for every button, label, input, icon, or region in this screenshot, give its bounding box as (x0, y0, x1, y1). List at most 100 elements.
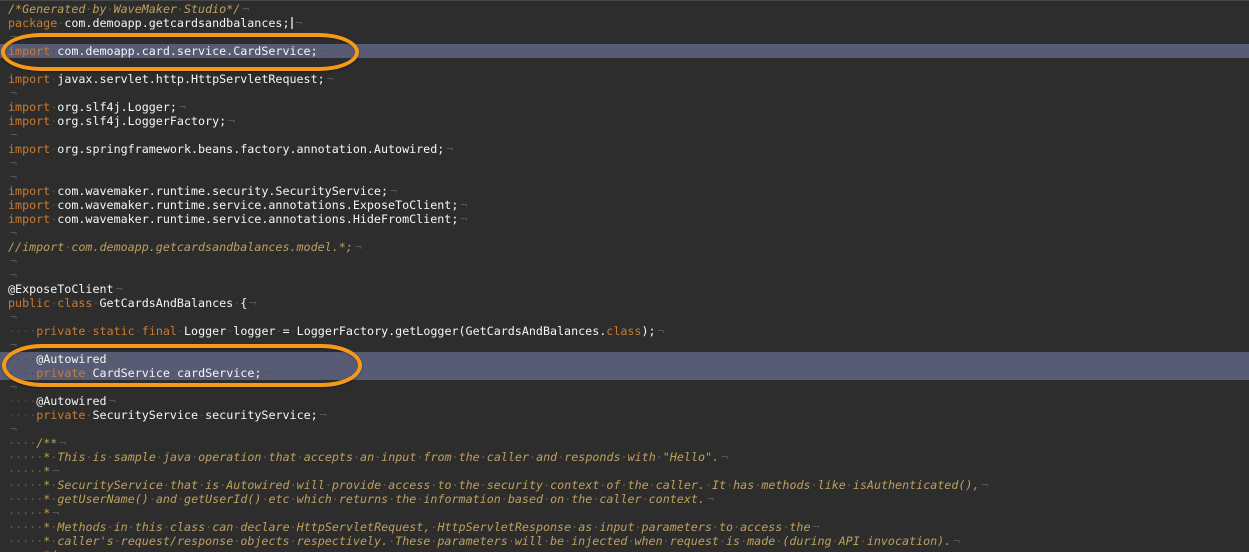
keyword-token: public·class (8, 296, 92, 310)
whitespace-dot: · (85, 366, 92, 380)
code-line-27[interactable]: ····private·CardService·cardService;¬ (0, 366, 1249, 380)
whitespace-dot: · (191, 450, 198, 464)
whitespace-dot: · (8, 366, 15, 380)
whitespace-dot: · (452, 450, 459, 464)
code-line-17[interactable]: ¬ (0, 226, 1249, 240)
whitespace-dot: · (430, 534, 437, 548)
code-line-8[interactable]: import·org.slf4j.Logger;¬ (0, 100, 1249, 114)
whitespace-dot: · (297, 450, 304, 464)
code-editor[interactable]: /*Generated·by·WaveMaker·Studio*/¬packag… (0, 0, 1249, 552)
code-line-39[interactable]: ·····*·caller's·request/response·objects… (0, 534, 1249, 548)
code-line-35[interactable]: ·····*·SecurityService·that·is·Autowired… (0, 478, 1249, 492)
code-line-36[interactable]: ·····*·getUserName()·and·getUserId()·etc… (0, 492, 1249, 506)
code-line-16[interactable]: import·com.wavemaker.runtime.service.ann… (0, 212, 1249, 226)
code-line-28[interactable]: ¬ (0, 380, 1249, 394)
code-line-1[interactable]: /*Generated·by·WaveMaker·Studio*/¬ (0, 2, 1249, 16)
keyword-token: import (8, 198, 50, 212)
keyword-token: import (8, 184, 50, 198)
whitespace-dot: · (620, 478, 627, 492)
text-token: ·SecurityService·securityService; (85, 408, 317, 422)
whitespace-dot: · (430, 520, 437, 534)
code-line-20[interactable]: ¬ (0, 268, 1249, 282)
whitespace-dot: · (29, 436, 36, 450)
whitespace-dot: · (374, 450, 381, 464)
eol-marker: ¬ (52, 506, 59, 520)
eol-marker: ¬ (59, 548, 66, 552)
code-line-21[interactable]: @ExposeToClient¬ (0, 282, 1249, 296)
comment-token: ·····*/ (8, 548, 57, 552)
whitespace-dot: · (233, 296, 240, 310)
eol-marker: ¬ (953, 534, 960, 548)
code-line-3[interactable]: ¬ (0, 30, 1249, 44)
code-line-29[interactable]: ····@Autowired¬ (0, 394, 1249, 408)
code-line-10[interactable]: ¬ (0, 128, 1249, 142)
code-line-24[interactable]: ····private·static·final·Logger·logger·=… (0, 324, 1249, 338)
whitespace-dot: · (92, 296, 99, 310)
code-line-40[interactable]: ·····*/¬ (0, 548, 1249, 552)
whitespace-dot: · (8, 492, 15, 506)
whitespace-dot: · (564, 534, 571, 548)
code-line-15[interactable]: import·com.wavemaker.runtime.service.ann… (0, 198, 1249, 212)
whitespace-dot: · (128, 520, 135, 534)
whitespace-dot: · (177, 492, 184, 506)
code-line-5[interactable]: ¬ (0, 58, 1249, 72)
code-line-2[interactable]: package·com.demoapp.getcardsandbalances;… (0, 16, 1249, 30)
whitespace-dot: · (276, 324, 283, 338)
keyword-token: import (8, 44, 50, 58)
eol-marker: ¬ (10, 170, 17, 184)
whitespace-dot: · (8, 394, 15, 408)
code-line-25[interactable]: ¬ (0, 338, 1249, 352)
code-line-37[interactable]: ·····*¬ (0, 506, 1249, 520)
whitespace-dot: · (8, 520, 15, 534)
whitespace-dot: · (233, 534, 240, 548)
code-line-14[interactable]: import·com.wavemaker.runtime.security.Se… (0, 184, 1249, 198)
whitespace-dot: · (219, 478, 226, 492)
eol-marker: ¬ (10, 156, 17, 170)
whitespace-dot: · (290, 520, 297, 534)
code-line-32[interactable]: ····/**¬ (0, 436, 1249, 450)
code-line-9[interactable]: import·org.slf4j.LoggerFactory;¬ (0, 114, 1249, 128)
code-line-18[interactable]: //import·com.demoapp.getcardsandbalances… (0, 240, 1249, 254)
whitespace-dot: · (381, 478, 388, 492)
whitespace-dot: · (290, 478, 297, 492)
code-line-13[interactable]: ¬ (0, 170, 1249, 184)
whitespace-dot: · (627, 534, 634, 548)
eol-marker: ¬ (327, 72, 334, 86)
code-line-7[interactable]: ¬ (0, 86, 1249, 100)
eol-marker: ¬ (10, 268, 17, 282)
code-line-4[interactable]: import·com.demoapp.card.service.CardServ… (0, 44, 1249, 58)
eol-marker: ¬ (249, 296, 256, 310)
code-line-31[interactable]: ¬ (0, 422, 1249, 436)
code-line-6[interactable]: import·javax.servlet.http.HttpServletReq… (0, 72, 1249, 86)
text-token: ···· (8, 408, 36, 422)
code-line-23[interactable]: ¬ (0, 310, 1249, 324)
comment-token: ·····*·Methods·in·this·class·can·declare… (8, 520, 811, 534)
comment-token: ····/** (8, 436, 57, 450)
text-token: ·Logger·logger·=·LoggerFactory.getLogger… (177, 324, 606, 338)
whitespace-dot: · (135, 324, 142, 338)
whitespace-dot: · (571, 520, 578, 534)
whitespace-dot: · (226, 324, 233, 338)
code-line-19[interactable]: ¬ (0, 254, 1249, 268)
eol-marker: ¬ (10, 58, 17, 72)
code-line-34[interactable]: ·····*¬ (0, 464, 1249, 478)
whitespace-dot: · (177, 2, 184, 16)
whitespace-dot: · (719, 534, 726, 548)
code-line-30[interactable]: ····private·SecurityService·securityServ… (0, 408, 1249, 422)
whitespace-dot: · (57, 16, 64, 30)
whitespace-dot: · (543, 534, 550, 548)
code-line-33[interactable]: ·····*·This·is·sample·java·operation·tha… (0, 450, 1249, 464)
code-line-12[interactable]: ¬ (0, 156, 1249, 170)
whitespace-dot: · (782, 520, 789, 534)
eol-marker: ¬ (355, 240, 362, 254)
code-line-22[interactable]: public·class·GetCardsAndBalances·{¬ (0, 296, 1249, 310)
keyword-token: package (8, 16, 57, 30)
code-line-38[interactable]: ·····*·Methods·in·this·class·can·declare… (0, 520, 1249, 534)
whitespace-dot: · (8, 548, 15, 552)
code-line-26[interactable]: ····@Autowired¬ (0, 352, 1249, 366)
code-line-11[interactable]: import·org.springframework.beans.factory… (0, 142, 1249, 156)
whitespace-dot: · (480, 450, 487, 464)
whitespace-dot: · (846, 478, 853, 492)
whitespace-dot: · (29, 394, 36, 408)
whitespace-dot: · (64, 240, 71, 254)
